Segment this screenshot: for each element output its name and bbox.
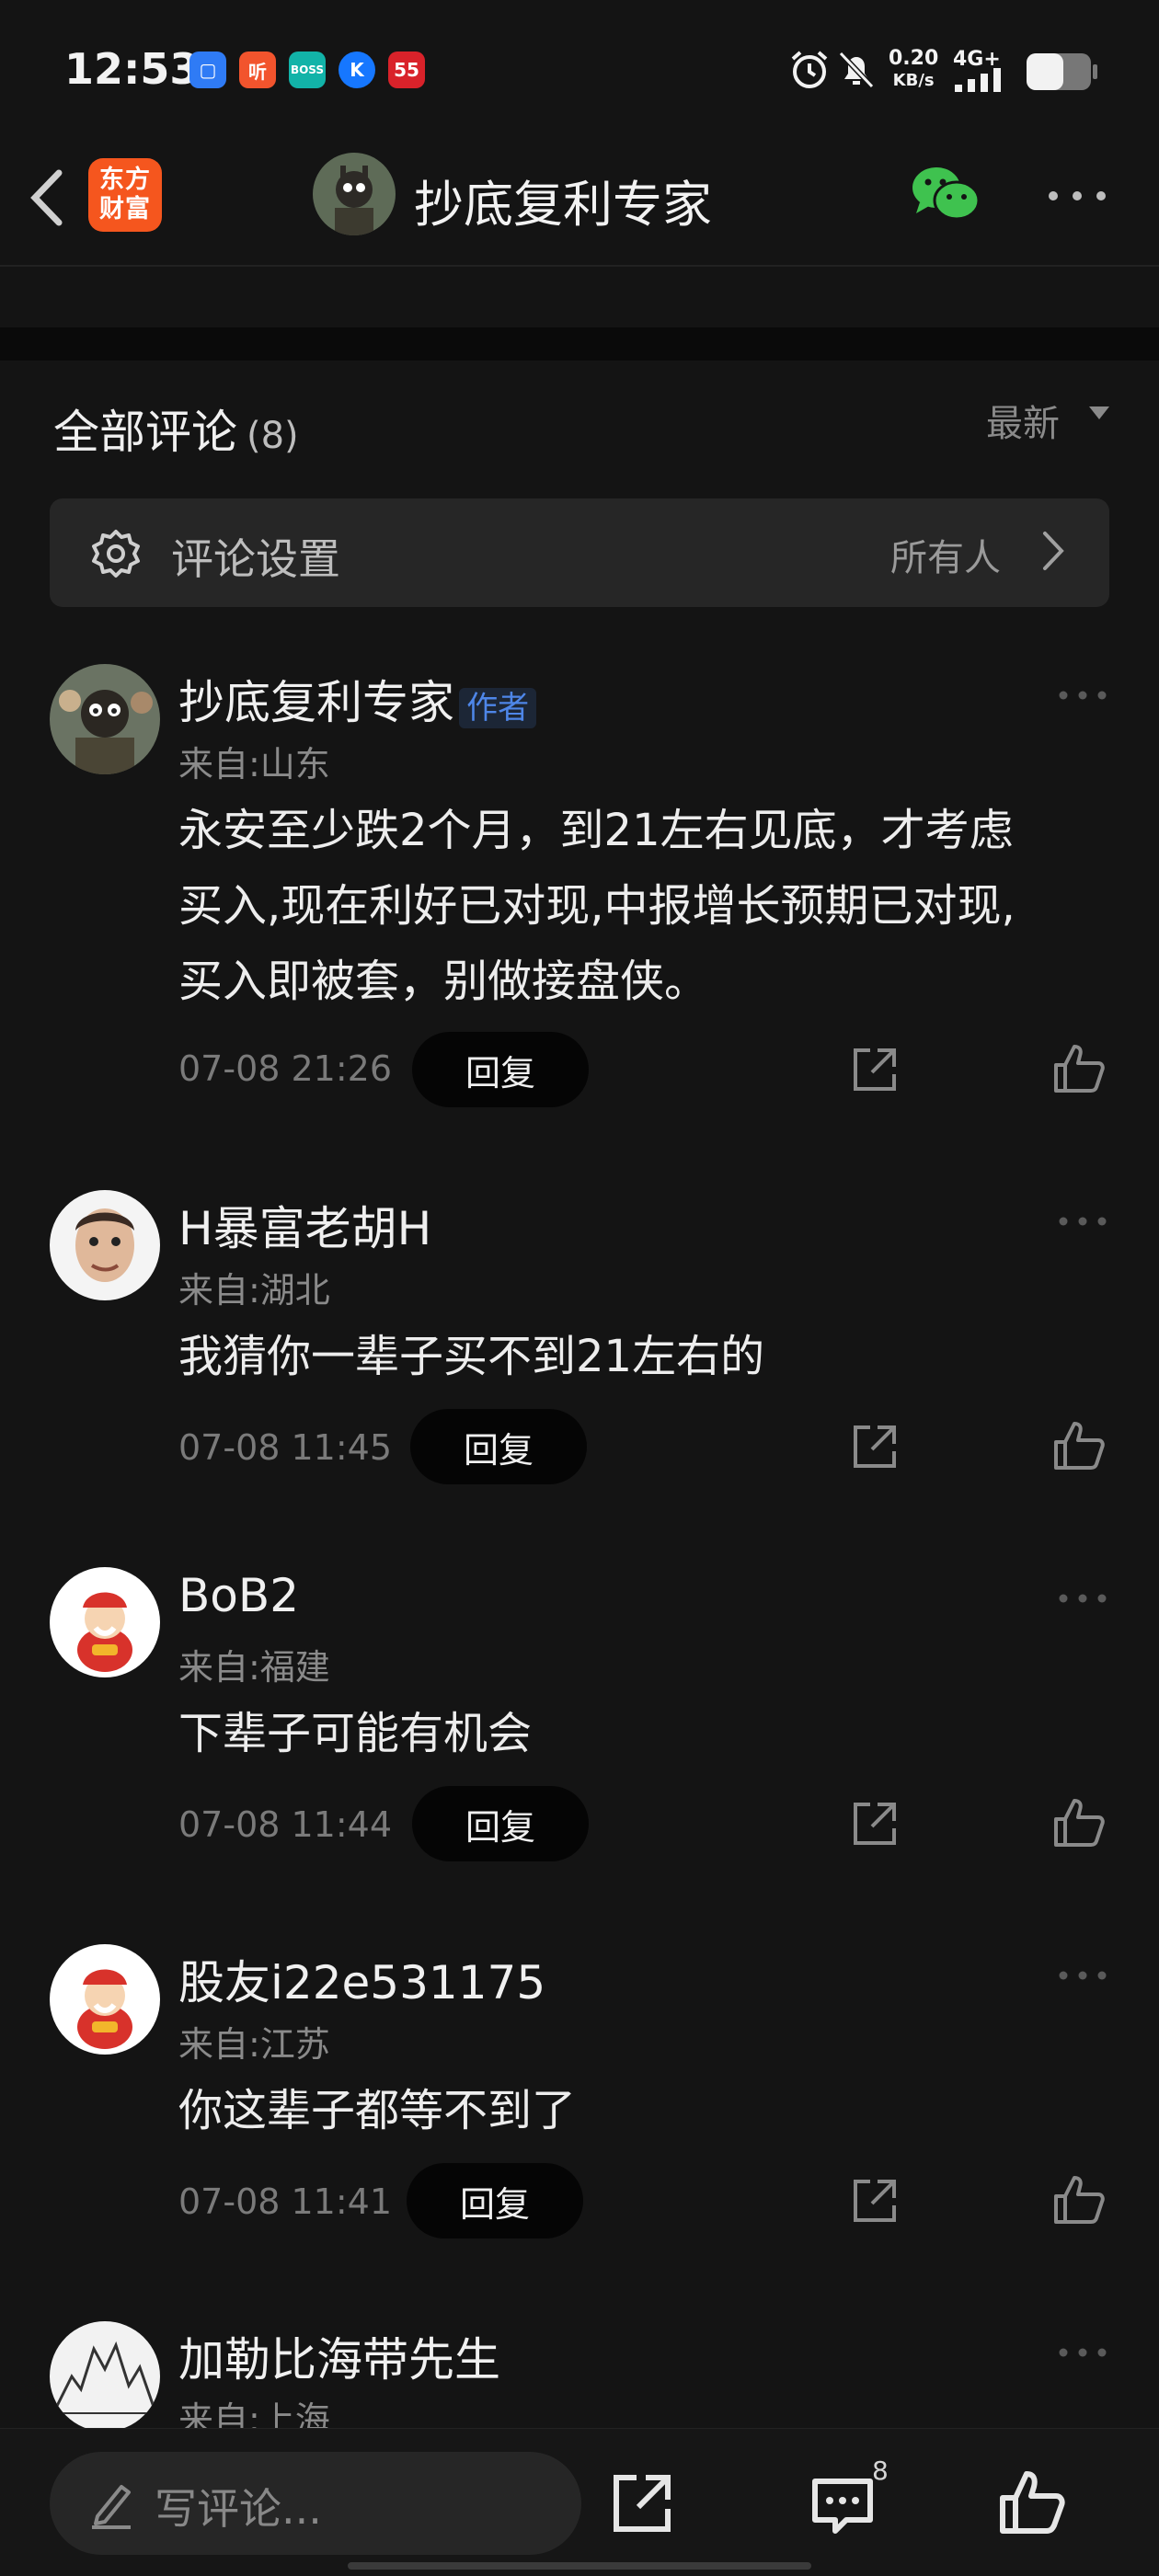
- share-icon[interactable]: [850, 1422, 900, 1471]
- like-icon[interactable]: [1052, 1420, 1106, 1471]
- more-options-icon[interactable]: [1047, 189, 1107, 202]
- share-icon[interactable]: [611, 2472, 675, 2535]
- header-title: 抄底复利专家: [414, 176, 712, 234]
- comments-title: 全部评论 (8): [53, 406, 299, 459]
- reply-button[interactable]: 回复: [410, 1409, 587, 1484]
- share-icon[interactable]: [850, 1799, 900, 1849]
- comment-avatar[interactable]: [50, 1944, 160, 2055]
- comment-location: 来自:湖北: [178, 1270, 330, 1311]
- comment-username[interactable]: 抄底复利专家: [178, 676, 454, 729]
- status-time: 12:53: [64, 44, 200, 94]
- app-notif-icon-3: BOSS: [289, 52, 326, 88]
- caret-down-icon[interactable]: [1089, 406, 1109, 419]
- share-icon[interactable]: [850, 1045, 900, 1094]
- comment-text: 永安至少跌2个月，到21左右见底，才考虑 买入,现在利好已对现,中报增长预期已对…: [178, 805, 1016, 1007]
- comment-username[interactable]: H暴富老胡H: [178, 1192, 431, 1258]
- header-avatar[interactable]: [313, 153, 396, 235]
- comment-more-icon[interactable]: [1058, 2347, 1107, 2358]
- comment-username[interactable]: 股友i22e531175: [178, 1946, 545, 2012]
- app-notif-icon-4: K: [339, 52, 375, 88]
- comment-username[interactable]: BoB2: [178, 1569, 299, 1622]
- battery-icon: [1027, 53, 1097, 90]
- comment-more-icon[interactable]: [1058, 1216, 1107, 1227]
- home-indicator: [348, 2562, 811, 2570]
- app-notif-icon-5: 55: [388, 52, 425, 88]
- reply-button[interactable]: 回复: [407, 2163, 583, 2238]
- reply-button[interactable]: 回复: [412, 1032, 589, 1107]
- comment-avatar[interactable]: [50, 1567, 160, 1677]
- net-speed: 0.20 KB/s: [889, 47, 939, 91]
- back-button[interactable]: [22, 166, 74, 230]
- comment-time: 07-08 11:44: [178, 1804, 393, 1845]
- comment-avatar[interactable]: [50, 1190, 160, 1300]
- comment-username[interactable]: 加勒比海带先生: [178, 2323, 500, 2389]
- signal-icon: [955, 68, 1001, 92]
- comment-more-icon[interactable]: [1058, 690, 1107, 701]
- alarm-icon: [791, 51, 828, 88]
- comment-text: 你这辈子都等不到了: [178, 2085, 577, 2136]
- comment-location: 来自:福建: [178, 1647, 330, 1688]
- comment-icon[interactable]: [809, 2474, 876, 2538]
- comment-avatar[interactable]: [50, 2321, 160, 2432]
- sort-dropdown[interactable]: 最新: [986, 394, 1060, 447]
- comment-avatar[interactable]: [50, 664, 160, 774]
- app-notif-icon-2: 听: [239, 52, 276, 88]
- comment-location: 来自:江苏: [178, 2024, 330, 2065]
- like-icon[interactable]: [1052, 1797, 1106, 1849]
- like-icon[interactable]: [999, 2470, 1065, 2535]
- author-badge: 作者: [459, 688, 537, 728]
- wechat-share-icon[interactable]: [911, 164, 981, 224]
- chevron-right-icon: [1043, 532, 1064, 570]
- header-divider: [0, 265, 1159, 267]
- comment-author-row: 抄底复利专家 作者: [178, 666, 537, 732]
- comment-time: 07-08 11:41: [178, 2181, 393, 2222]
- reply-button[interactable]: 回复: [412, 1786, 589, 1861]
- comment-settings-value: 所有人: [890, 537, 1001, 579]
- comment-more-icon[interactable]: [1058, 1593, 1107, 1604]
- share-icon[interactable]: [850, 2176, 900, 2226]
- like-icon[interactable]: [1052, 2174, 1106, 2226]
- comment-input-placeholder[interactable]: 写评论...: [155, 2476, 322, 2536]
- pen-icon: [92, 2485, 131, 2529]
- like-icon[interactable]: [1052, 1043, 1106, 1094]
- gear-icon: [92, 530, 140, 578]
- mute-bell-icon: [838, 51, 875, 89]
- app-logo[interactable]: 东方 财富: [88, 158, 162, 232]
- comment-more-icon[interactable]: [1058, 1970, 1107, 1981]
- comment-text: 我猜你一辈子买不到21左右的: [178, 1331, 765, 1382]
- comment-location: 来自:山东: [178, 744, 330, 784]
- section-separator: [0, 327, 1159, 361]
- comment-time: 07-08 11:45: [178, 1427, 393, 1468]
- status-bar: 12:53 ▢ 听 BOSS K 55 0.20 KB/s 4G+: [0, 0, 1159, 147]
- comment-text: 下辈子可能有机会: [178, 1708, 533, 1759]
- comment-count-badge: 8: [872, 2456, 889, 2486]
- comments-count: (8): [247, 415, 299, 457]
- comment-time: 07-08 21:26: [178, 1048, 393, 1089]
- comment-settings-label: 评论设置: [171, 534, 340, 584]
- app-notif-icon-1: ▢: [189, 52, 226, 88]
